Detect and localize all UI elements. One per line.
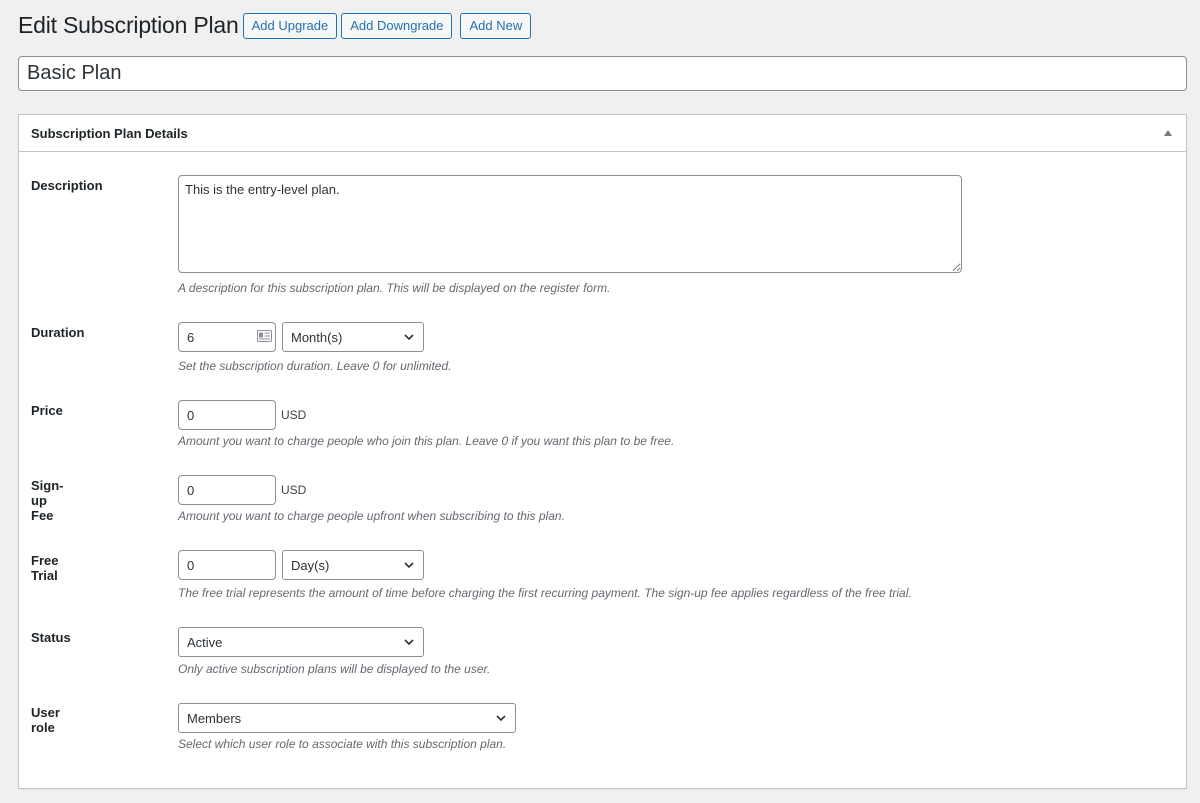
free-trial-input[interactable]: 0 <box>178 550 276 580</box>
price-currency: USD <box>281 408 307 422</box>
plan-title-input[interactable]: Basic Plan <box>18 56 1187 91</box>
signup-fee-label: Sign-up Fee <box>31 478 64 523</box>
free-trial-help: The free trial represents the amount of … <box>178 586 912 600</box>
price-help: Amount you want to charge people who joi… <box>178 434 675 448</box>
add-upgrade-button[interactable]: Add Upgrade <box>242 12 338 39</box>
duration-label: Duration <box>31 325 85 340</box>
user-role-label: User role <box>31 705 60 735</box>
postbox-header[interactable]: Subscription Plan Details <box>19 115 1186 152</box>
chevron-down-icon <box>404 334 414 341</box>
duration-unit-value: Month(s) <box>291 329 343 345</box>
add-new-button[interactable]: Add New <box>460 12 532 39</box>
triangle-up-icon[interactable] <box>1164 130 1172 136</box>
free-trial-label: Free Trial <box>31 553 59 583</box>
chevron-down-icon <box>404 562 414 569</box>
duration-input[interactable]: 6 <box>178 322 276 352</box>
user-role-select[interactable]: Members <box>178 703 516 733</box>
description-label: Description <box>31 178 103 193</box>
page-title: Edit Subscription Plan <box>18 12 239 38</box>
contact-card-icon <box>257 330 272 342</box>
description-help: A description for this subscription plan… <box>178 281 611 295</box>
user-role-help: Select which user role to associate with… <box>178 737 507 751</box>
postbox-title: Subscription Plan Details <box>31 125 188 141</box>
status-select[interactable]: Active <box>178 627 424 657</box>
duration-value: 6 <box>187 329 195 345</box>
price-input[interactable]: 0 <box>178 400 276 430</box>
user-role-value: Members <box>187 710 242 726</box>
page-header: Edit Subscription Plan Add Upgrade Add D… <box>18 12 532 39</box>
description-textarea[interactable]: This is the entry-level plan. <box>178 175 962 273</box>
status-label: Status <box>31 630 71 645</box>
subscription-plan-details-box: Subscription Plan Details Description Th… <box>18 114 1187 789</box>
price-label: Price <box>31 403 63 418</box>
chevron-down-icon <box>404 639 414 646</box>
status-help: Only active subscription plans will be d… <box>178 662 491 676</box>
free-trial-unit-select[interactable]: Day(s) <box>282 550 424 580</box>
signup-fee-input[interactable]: 0 <box>178 475 276 505</box>
duration-unit-select[interactable]: Month(s) <box>282 322 424 352</box>
status-value: Active <box>187 634 223 650</box>
free-trial-unit-value: Day(s) <box>291 557 330 573</box>
signup-fee-currency: USD <box>281 483 307 497</box>
duration-help: Set the subscription duration. Leave 0 f… <box>178 359 452 373</box>
add-downgrade-button[interactable]: Add Downgrade <box>341 12 453 39</box>
signup-fee-help: Amount you want to charge people upfront… <box>178 509 565 523</box>
chevron-down-icon <box>496 715 506 722</box>
